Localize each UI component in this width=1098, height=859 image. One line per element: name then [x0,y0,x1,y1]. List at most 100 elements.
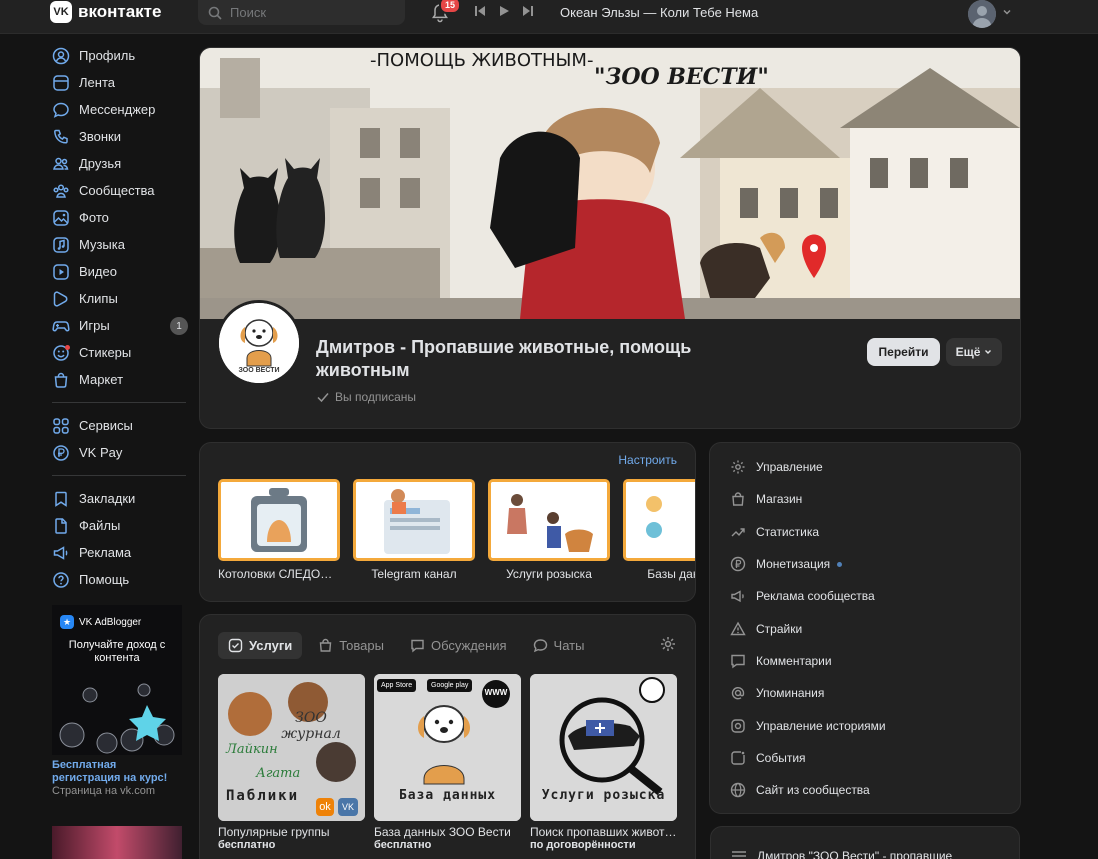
www-badge: WWW [484,688,508,697]
community-info-text: Дмитров "ЗОО Вести" - пропавшие [757,849,953,859]
monetization-new-dot [837,561,843,567]
gear-icon[interactable] [659,635,677,653]
sidebar-label: Сервисы [79,418,133,433]
ad-brand: VK AdBlogger [79,616,142,628]
configure-link[interactable]: Настроить [618,453,677,467]
more-button[interactable]: Ещё [946,338,1002,366]
link-image [353,479,475,561]
menu-item-mentions[interactable]: Упоминания [710,677,1020,709]
sidebar-item-photo[interactable]: Фото [52,204,192,231]
sidebar-item-clips[interactable]: Клипы [52,285,192,312]
sidebar-item-market[interactable]: Маркет [52,366,192,393]
tab-discussions[interactable]: Обсуждения [400,632,517,659]
service-item[interactable]: App Store Google play WWW База данных Ба… [374,674,521,851]
sidebar-item-communities[interactable]: Сообщества [52,177,192,204]
tab-label: Обсуждения [430,638,507,653]
tab-label: Товары [339,638,384,653]
sidebar-item-help[interactable]: Помощь [52,566,192,593]
menu-item-shop[interactable]: Магазин [710,483,1020,515]
group-avatar[interactable]: ЗОО ВЕСТИ [216,300,302,386]
user-avatar[interactable] [968,0,996,28]
tab-chats[interactable]: Чаты [523,632,595,659]
links-card: Настроить Котоловки СЛЕДОПЫТ Telegram ка… [199,442,696,602]
vk-logo-mark: VK [50,1,72,23]
services-row: ЗОО журнал Лайкин Агата Паблики ok VK По… [218,674,677,851]
ad-title[interactable]: Бесплатная регистрация на курс! [52,759,182,785]
sidebar-item-ads[interactable]: Реклама [52,539,192,566]
star-icon: ★ [60,615,74,629]
sidebar-label: Маркет [79,372,124,387]
menu-item-strikes[interactable]: Страйки [710,612,1020,644]
chevron-down-icon[interactable] [1002,7,1012,17]
sidebar-item-profile[interactable]: Профиль [52,42,192,69]
sidebar-label: Файлы [79,518,121,533]
service-overlay-text: Услуги розыска [541,788,666,803]
menu-label: Монетизация [756,557,831,572]
play-icon[interactable] [498,5,510,17]
tab-services[interactable]: Услуги [218,632,303,659]
ad-coins-graphic [59,683,175,754]
search-icon [208,6,222,20]
menu-item-manage[interactable]: Управление [710,451,1020,483]
sidebar-label: Фото [79,210,109,225]
previous-track-icon[interactable] [474,5,486,17]
sidebar-ad[interactable]: ★ VK AdBlogger Получайте доход с контент… [52,605,182,798]
menu-item-stories[interactable]: Управление историями [710,709,1020,741]
sidebar-item-bookmarks[interactable]: Закладки [52,485,192,512]
menu-item-events[interactable]: События [710,742,1020,774]
sidebar-item-video[interactable]: Видео [52,258,192,285]
sidebar-item-feed[interactable]: Лента [52,69,192,96]
services-tab-icon [228,638,243,653]
sidebar-item-messenger[interactable]: Мессенджер [52,96,192,123]
sidebar-item-music[interactable]: Музыка [52,231,192,258]
group-header-card: -ПОМОЩЬ ЖИВОТНЫМ- "ЗОО ВЕСТИ" ЗОО ВЕСТИ … [199,47,1021,429]
sidebar-item-files[interactable]: Файлы [52,512,192,539]
menu-item-comments[interactable]: Комментарии [710,645,1020,677]
search-input[interactable] [230,5,390,20]
help-icon [53,571,69,588]
stories-icon [731,718,745,733]
sidebar-item-vkpay[interactable]: VK Pay [52,439,192,466]
service-item[interactable]: ЗОО журнал Лайкин Агата Паблики ok VK По… [218,674,365,851]
sidebar-item-services[interactable]: Сервисы [52,412,192,439]
ad-image[interactable]: ★ VK AdBlogger Получайте доход с контент… [52,605,182,755]
music-icon [53,236,69,253]
service-overlay-text: Агата [256,766,301,781]
next-track-icon[interactable] [522,5,534,17]
menu-lines-icon [732,851,746,857]
audio-player-controls [474,5,534,17]
sidebar-label: Мессенджер [79,102,156,117]
link-tile[interactable]: Котоловки СЛЕДОПЫТ [218,479,340,581]
service-overlay-text: Лайкин [226,742,278,757]
sidebar-item-calls[interactable]: Звонки [52,123,192,150]
subscription-label: Вы подписаны [335,390,416,404]
link-label: Базы данных [647,567,695,581]
subscription-status[interactable]: Вы подписаны [316,390,416,404]
link-tile[interactable]: Услуги розыска [488,479,610,581]
menu-item-stats[interactable]: Статистика [710,516,1020,548]
messenger-icon [53,102,69,118]
more-button-label: Ещё [955,345,981,359]
vk-logo[interactable]: VK вконтакте [50,0,161,24]
menu-item-community-ads[interactable]: Реклама сообщества [710,580,1020,612]
search-box[interactable] [198,0,405,25]
go-button[interactable]: Перейти [867,338,940,366]
menu-item-site[interactable]: Сайт из сообщества [710,774,1020,806]
service-item[interactable]: Услуги розыска Поиск пропавших животных … [530,674,677,851]
community-info-row[interactable]: Дмитров "ЗОО Вести" - пропавшие [731,849,952,859]
notifications-badge: 15 [439,0,462,14]
link-tile[interactable]: Telegram канал [353,479,475,581]
second-ad-image[interactable] [52,826,182,859]
sidebar-item-friends[interactable]: Друзья [52,150,192,177]
tab-goods[interactable]: Товары [308,632,394,659]
sidebar-item-stickers[interactable]: Стикеры [52,339,192,366]
sidebar-divider [52,402,186,403]
chevron-down-icon [985,350,992,354]
at-icon [731,687,745,700]
service-image: ЗОО журнал Лайкин Агата Паблики ok VK [218,674,365,821]
menu-label: Упоминания [756,686,825,701]
link-tile[interactable]: Базы данных [623,479,695,581]
now-playing-track[interactable]: Океан Эльзы — Коли Тебе Нема [560,5,758,20]
menu-item-monetization[interactable]: Монетизация [710,548,1020,580]
sidebar-item-games[interactable]: Игры 1 [52,312,192,339]
